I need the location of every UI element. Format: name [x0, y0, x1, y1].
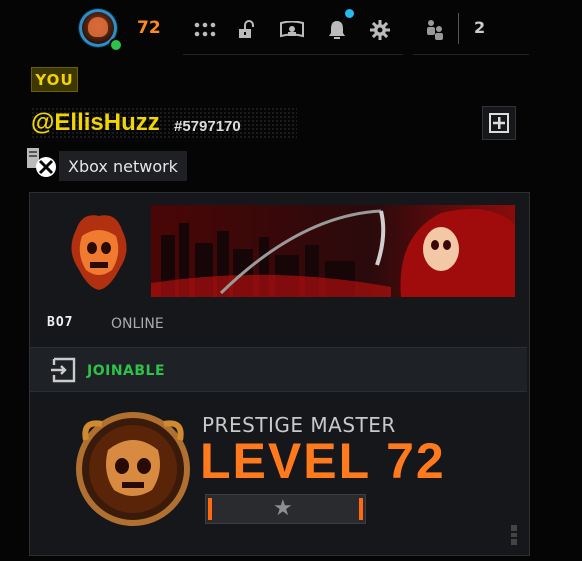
tag-number: #5797170	[174, 118, 241, 135]
gamertag: @EllisHuzz	[31, 109, 160, 136]
clan-tag: BO7	[47, 315, 74, 330]
party-section[interactable]	[413, 4, 529, 55]
prestige-master-emblem	[72, 410, 194, 528]
unlock-icon[interactable]	[235, 18, 259, 42]
grid-icon[interactable]	[193, 18, 217, 42]
bell-icon[interactable]	[325, 18, 349, 42]
party-count: 2	[474, 18, 486, 37]
online-status: ONLINE	[111, 316, 164, 332]
calling-card-banner	[151, 205, 515, 297]
card-side-marker	[510, 525, 518, 548]
theater-icon[interactable]	[280, 18, 304, 42]
join-session-icon	[50, 357, 78, 383]
party-divider	[458, 13, 459, 44]
top-navbar	[183, 4, 403, 55]
calling-card-emblem	[62, 210, 136, 294]
plus-box-icon	[489, 113, 509, 133]
gear-icon[interactable]	[368, 18, 392, 42]
add-friend-button[interactable]	[482, 106, 516, 140]
party-members-icon[interactable]	[423, 18, 447, 42]
you-tag: YOU	[31, 67, 78, 92]
star-icon: ★	[273, 496, 293, 521]
joinable-label: JOINABLE	[87, 363, 166, 379]
player-level: 72	[137, 18, 161, 38]
level-label: LEVEL 72	[200, 433, 446, 489]
notification-badge	[345, 9, 354, 18]
online-status-dot	[109, 38, 123, 52]
platform-label: Xbox network	[59, 151, 187, 181]
xbox-network-icon	[27, 148, 59, 178]
